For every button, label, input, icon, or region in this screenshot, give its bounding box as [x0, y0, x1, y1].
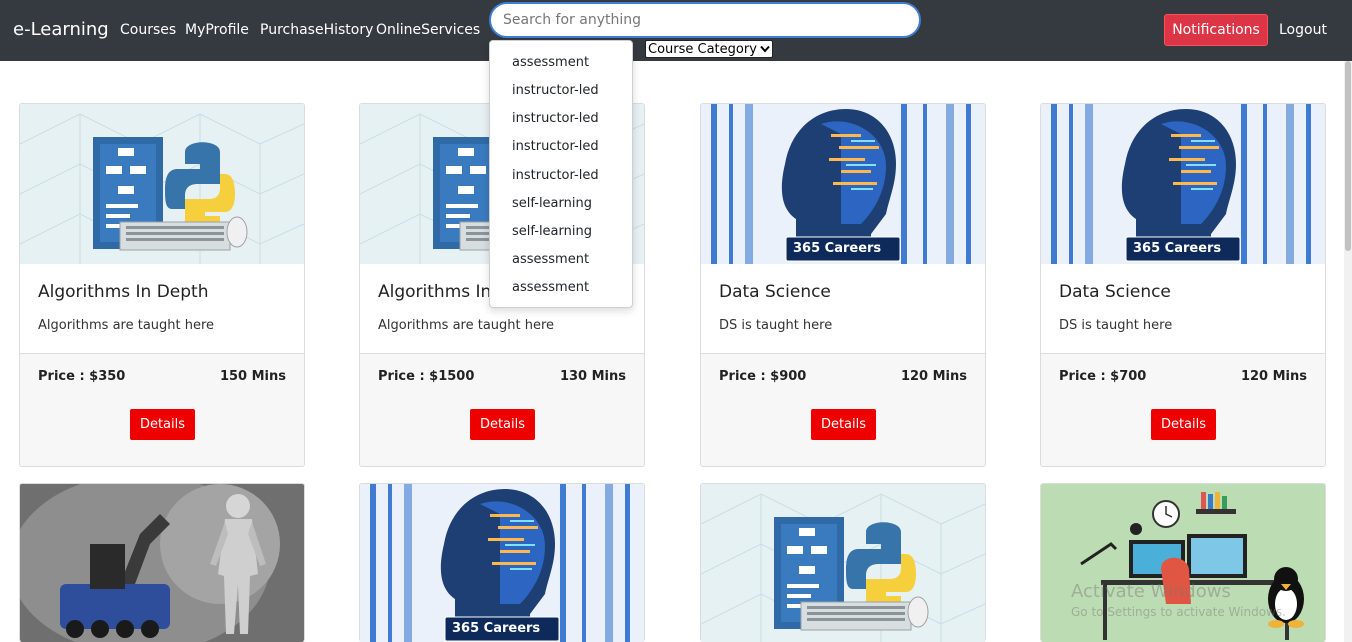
- notifications-button[interactable]: Notifications: [1164, 14, 1268, 46]
- course-description: Algorithms are taught here: [378, 318, 555, 333]
- course-image-data-science: 365 Careers: [1041, 104, 1325, 264]
- course-image-python-algorithms: [701, 484, 985, 642]
- course-duration: 120 Mins: [1240, 369, 1307, 384]
- course-image-data-science: 365 Careers: [701, 104, 985, 264]
- chevron-down-icon: [760, 45, 770, 53]
- scrollbar-thumb[interactable]: [1345, 61, 1351, 251]
- suggestion-item[interactable]: instructor-led: [512, 139, 599, 154]
- course-description: DS is taught here: [719, 318, 833, 333]
- course-image-python-algorithms: [20, 104, 304, 264]
- course-duration: 150 Mins: [219, 369, 286, 384]
- course-description: DS is taught here: [1059, 318, 1173, 333]
- card-footer: Price : $350 150 Mins Details: [20, 353, 304, 466]
- nav-link-purchase-history[interactable]: PurchaseHistory: [260, 22, 373, 38]
- details-button[interactable]: Details: [811, 409, 876, 440]
- course-category-select[interactable]: Course Category: [645, 40, 773, 58]
- course-card: [19, 483, 305, 642]
- suggestion-item[interactable]: instructor-led: [512, 111, 599, 126]
- nav-link-courses[interactable]: Courses: [120, 22, 176, 38]
- course-title: Algorithms In Depth: [38, 282, 209, 302]
- course-price: Price : $350: [38, 369, 126, 384]
- banner-text: 365 Careers: [452, 621, 541, 636]
- course-price: Price : $900: [719, 369, 807, 384]
- page-scrollbar[interactable]: [1344, 61, 1352, 642]
- course-card: 365 Careers Data Science DS is taught he…: [1040, 103, 1326, 467]
- suggestion-item[interactable]: self-learning: [512, 224, 592, 239]
- top-navbar: e-Learning Courses MyProfile PurchaseHis…: [0, 0, 1352, 61]
- nav-link-myprofile[interactable]: MyProfile: [185, 22, 249, 38]
- suggestion-item[interactable]: self-learning: [512, 196, 592, 211]
- card-footer: Price : $700 120 Mins Details: [1041, 353, 1325, 466]
- course-title: Data Science: [1059, 282, 1171, 302]
- brand-logo[interactable]: e-Learning: [13, 19, 109, 40]
- course-price: Price : $1500: [378, 369, 475, 384]
- suggestion-item[interactable]: assessment: [512, 55, 589, 70]
- banner-text: 365 Careers: [793, 241, 882, 256]
- course-card: Algorithms In Depth Algorithms are taugh…: [19, 103, 305, 467]
- course-card: 365 Careers Data Science DS is taught he…: [700, 103, 986, 467]
- course-image-robotics: [20, 484, 304, 642]
- course-description: Algorithms are taught here: [38, 318, 215, 333]
- course-duration: 130 Mins: [559, 369, 626, 384]
- banner-text: 365 Careers: [1133, 241, 1222, 256]
- nav-link-online-services[interactable]: OnlineServices: [376, 22, 480, 38]
- card-footer: Price : $900 120 Mins Details: [701, 353, 985, 466]
- course-duration: 120 Mins: [900, 369, 967, 384]
- details-button[interactable]: Details: [470, 409, 535, 440]
- card-footer: Price : $1500 130 Mins Details: [360, 353, 644, 466]
- suggestion-item[interactable]: instructor-led: [512, 168, 599, 183]
- suggestion-item[interactable]: assessment: [512, 280, 589, 295]
- details-button[interactable]: Details: [1151, 409, 1216, 440]
- suggestion-item[interactable]: instructor-led: [512, 83, 599, 98]
- activate-windows-watermark: Activate Windows: [1071, 581, 1231, 602]
- activate-windows-hint: Go to Settings to activate Windows.: [1071, 605, 1286, 619]
- course-card: 365 Careers: [359, 483, 645, 642]
- course-card: [700, 483, 986, 642]
- course-category-value: Course Category: [648, 41, 757, 57]
- course-price: Price : $700: [1059, 369, 1147, 384]
- course-image-data-science: 365 Careers: [360, 484, 644, 642]
- details-button[interactable]: Details: [130, 409, 195, 440]
- search-suggestions-dropdown: assessment instructor-led instructor-led…: [489, 40, 633, 308]
- suggestion-item[interactable]: assessment: [512, 252, 589, 267]
- course-title: Data Science: [719, 282, 831, 302]
- logout-link[interactable]: Logout: [1279, 22, 1327, 38]
- search-input[interactable]: [489, 2, 921, 38]
